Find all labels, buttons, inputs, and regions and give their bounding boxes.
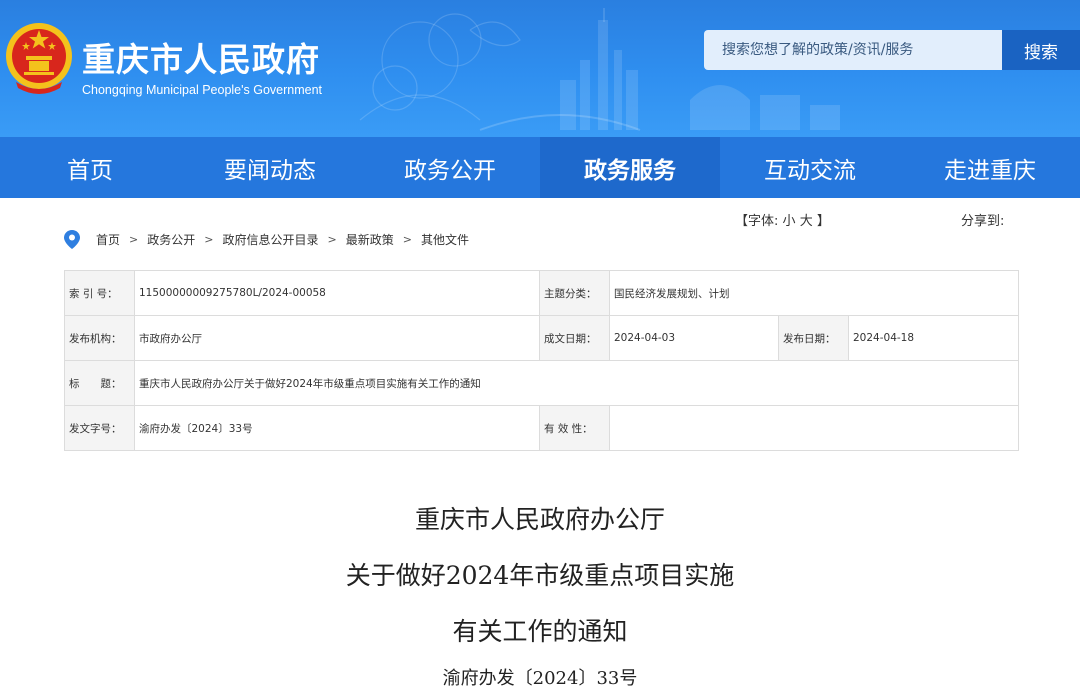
table-row: 索 引 号： 11500000009275780L/2024-00058 主题分…: [64, 270, 1019, 316]
validity-label: 有 效 性：: [539, 405, 610, 451]
site-title[interactable]: 重庆市人民政府: [82, 33, 320, 81]
topic-category-value: 国民经济发展规划、计划: [609, 270, 1019, 316]
release-date-value: 2024-04-18: [848, 315, 1019, 361]
share-label: 分享到:: [961, 214, 1005, 229]
document-number: 渝府办发〔2024〕33号: [442, 668, 638, 689]
nav-item-home[interactable]: 首页: [0, 137, 180, 198]
written-date-value: 2024-04-03: [609, 315, 779, 361]
nav-item-news[interactable]: 要闻动态: [180, 137, 360, 198]
nav-item-gov-services[interactable]: 政务服务: [540, 137, 720, 198]
search-input[interactable]: [722, 42, 1002, 58]
breadcrumb-item-gov-affairs-open[interactable]: 政务公开: [147, 231, 195, 248]
breadcrumb-separator: >: [327, 232, 337, 246]
publisher-value: 市政府办公厅: [134, 315, 540, 361]
title-value: 重庆市人民政府办公厅关于做好2024年市级重点项目实施有关工作的通知: [134, 360, 1019, 406]
breadcrumb-separator: >: [402, 232, 412, 246]
header-banner: 重庆市人民政府 Chongqing Municipal People's Gov…: [0, 0, 1080, 137]
breadcrumb-separator: >: [129, 232, 139, 246]
doc-number-label: 发文字号：: [64, 405, 135, 451]
document-title-line-2: 关于做好2024年市级重点项目实施: [345, 561, 735, 590]
publisher-label: 发布机构：: [64, 315, 135, 361]
main-nav: 首页 要闻动态 政务公开 政务服务 互动交流 走进重庆: [0, 137, 1080, 198]
site-subtitle: Chongqing Municipal People's Government: [82, 83, 323, 97]
document-title-line-1: 重庆市人民政府办公厅: [414, 505, 665, 534]
release-date-label: 发布日期：: [778, 315, 849, 361]
document-title-line-3: 有关工作的通知: [452, 617, 628, 646]
national-emblem-icon: [6, 23, 72, 94]
table-row: 发文字号： 渝府办发〔2024〕33号 有 效 性：: [64, 405, 1019, 451]
search-box[interactable]: [704, 30, 1002, 70]
search-button[interactable]: 搜索: [1002, 30, 1080, 70]
location-pin-icon: [64, 229, 80, 249]
document-info-table: 索 引 号： 11500000009275780L/2024-00058 主题分…: [64, 270, 1019, 451]
nav-item-about-chongqing[interactable]: 走进重庆: [900, 137, 1080, 198]
table-row: 发布机构： 市政府办公厅 成文日期： 2024-04-03 发布日期： 2024…: [64, 315, 1019, 361]
font-size-small-button[interactable]: 小: [783, 214, 796, 229]
font-size-large-button[interactable]: 大: [800, 214, 813, 229]
breadcrumb: 首页 > 政务公开 > 政府信息公开目录 > 最新政策 > 其他文件: [64, 229, 469, 249]
breadcrumb-item-other-documents[interactable]: 其他文件: [421, 231, 469, 248]
doc-number-value: 渝府办发〔2024〕33号: [134, 405, 540, 451]
breadcrumb-item-disclosure-catalog[interactable]: 政府信息公开目录: [222, 231, 318, 248]
nav-item-interaction[interactable]: 互动交流: [720, 137, 900, 198]
topic-category-label: 主题分类：: [539, 270, 610, 316]
font-size-selector: 【字体: 小 大 】: [735, 210, 830, 229]
font-size-suffix: 】: [816, 214, 830, 229]
nav-item-gov-affairs-open[interactable]: 政务公开: [360, 137, 540, 198]
index-number-label: 索 引 号：: [64, 270, 135, 316]
breadcrumb-item-home[interactable]: 首页: [96, 231, 120, 248]
written-date-label: 成文日期：: [539, 315, 610, 361]
index-number-value: 11500000009275780L/2024-00058: [134, 270, 540, 316]
font-size-prefix: 【字体:: [735, 214, 779, 229]
title-label: 标 题：: [64, 360, 135, 406]
breadcrumb-item-latest-policies[interactable]: 最新政策: [346, 231, 394, 248]
breadcrumb-separator: >: [204, 232, 214, 246]
validity-value: [609, 405, 1019, 451]
table-row: 标 题： 重庆市人民政府办公厅关于做好2024年市级重点项目实施有关工作的通知: [64, 360, 1019, 406]
